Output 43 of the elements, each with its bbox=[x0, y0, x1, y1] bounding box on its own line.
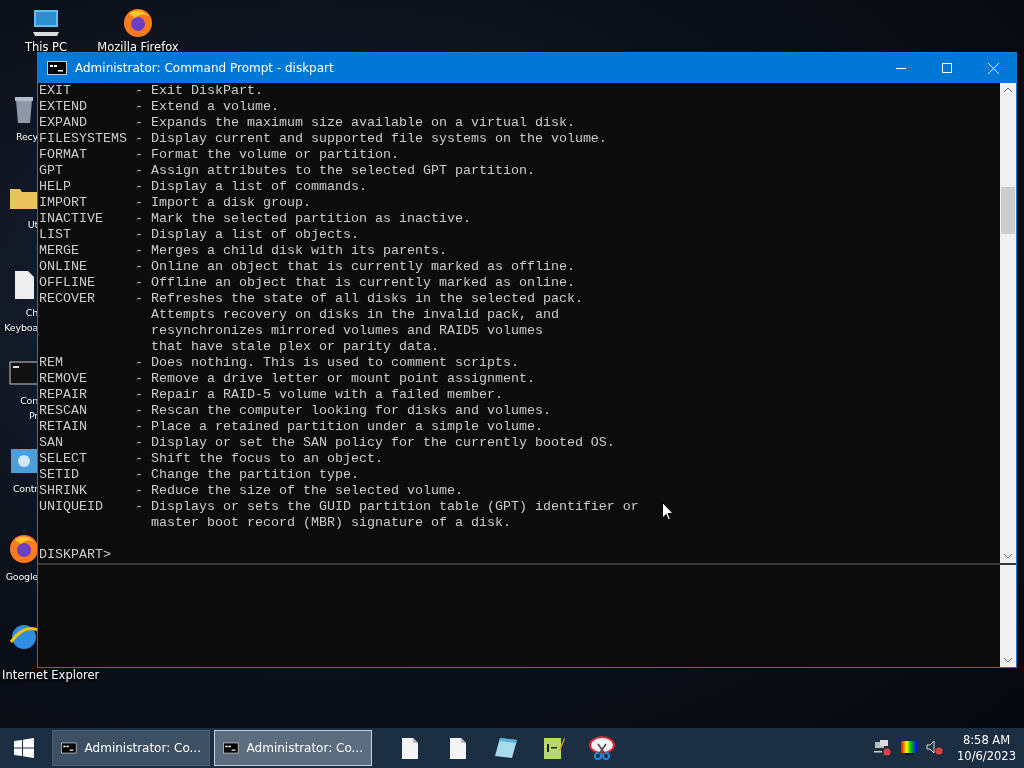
console-line: EXIT - Exit DiskPart. bbox=[39, 83, 263, 99]
icon-label: Google bbox=[5, 570, 38, 584]
taskbar-button[interactable]: Administrator: Co... bbox=[52, 730, 210, 766]
icon-label: Ch bbox=[25, 306, 38, 320]
console-line: OFFLINE - Offline an object that is currently marked as online. bbox=[39, 275, 575, 291]
console-line: SETID - Change the partition type. bbox=[39, 467, 359, 483]
icon-label: Mozilla Firefox bbox=[97, 40, 179, 55]
icon-label: Contr bbox=[12, 482, 38, 496]
icon-label: Con bbox=[20, 394, 38, 408]
icon-label: Recy bbox=[15, 130, 38, 144]
console-line: SAN - Display or set the SAN policy for the currently booted OS. bbox=[39, 435, 615, 451]
console-line: resynchronizes mirrored volumes and RAID5 volumes bbox=[149, 323, 543, 339]
console-line: UNIQUEID - Displays or sets the GUID partition table (GPT) identifier or bbox=[39, 499, 639, 515]
console-line: MERGE - Merges a child disk with its parents. bbox=[39, 243, 447, 259]
console-line: EXPAND - Expands the maximum size available on a virtual disk. bbox=[39, 115, 575, 131]
icon-label: Keyboa bbox=[4, 321, 38, 335]
icon-label: This PC bbox=[24, 40, 68, 55]
console-line: FORMAT - Format the volume or partition. bbox=[39, 147, 399, 163]
console-line: RETAIN - Place a retained partition under a simple volume. bbox=[39, 419, 543, 435]
icon-label: Pr bbox=[28, 409, 38, 423]
console-line: RESCAN - Rescan the computer looking for disks and volumes. bbox=[39, 403, 551, 419]
command-prompt[interactable]: DISKPART> bbox=[39, 547, 111, 563]
console-line: that have stale plex or parity data. bbox=[149, 339, 439, 355]
console-line: REMOVE - Remove a drive letter or mount point assignment. bbox=[39, 371, 535, 387]
console-line: REPAIR - Repair a RAID-5 volume with a failed member. bbox=[39, 387, 503, 403]
clock[interactable]: 8:58 AM 10/6/2023 bbox=[951, 732, 1024, 764]
console-line: REM - Does nothing. This is used to comment scripts. bbox=[39, 355, 519, 371]
console-line: master boot record (MBR) signature of a disk. bbox=[149, 515, 511, 531]
console-line: FILESYSTEMS - Display current and supported file systems on the volume. bbox=[39, 131, 607, 147]
console-line: ONLINE - Online an object that is currently marked as offline. bbox=[39, 259, 575, 275]
icon-label: Internet Explorer bbox=[2, 668, 100, 683]
console-line: SELECT - Shift the focus to an object. bbox=[39, 451, 383, 467]
console-line: Attempts recovery on disks in the invalid pack, and bbox=[149, 307, 559, 323]
console-line: HELP - Display a list of commands. bbox=[39, 179, 367, 195]
console-line: LIST - Display a list of objects. bbox=[39, 227, 359, 243]
taskbar-button[interactable]: Administrator: Co... bbox=[214, 730, 372, 766]
console-line: EXTEND - Extend a volume. bbox=[39, 99, 279, 115]
window-title: Administrator: Command Prompt - diskpart bbox=[75, 61, 335, 75]
console-line: IMPORT - Import a disk group. bbox=[39, 195, 311, 211]
console-line: INACTIVE - Mark the selected partition as inactive. bbox=[39, 211, 471, 227]
console-line: GPT - Assign attributes to the selected GPT partition. bbox=[39, 163, 535, 179]
console-line: RECOVER - Refreshes the state of all disks in the selected pack. bbox=[39, 291, 583, 307]
console-line: SHRINK - Reduce the size of the selected volume. bbox=[39, 483, 463, 499]
